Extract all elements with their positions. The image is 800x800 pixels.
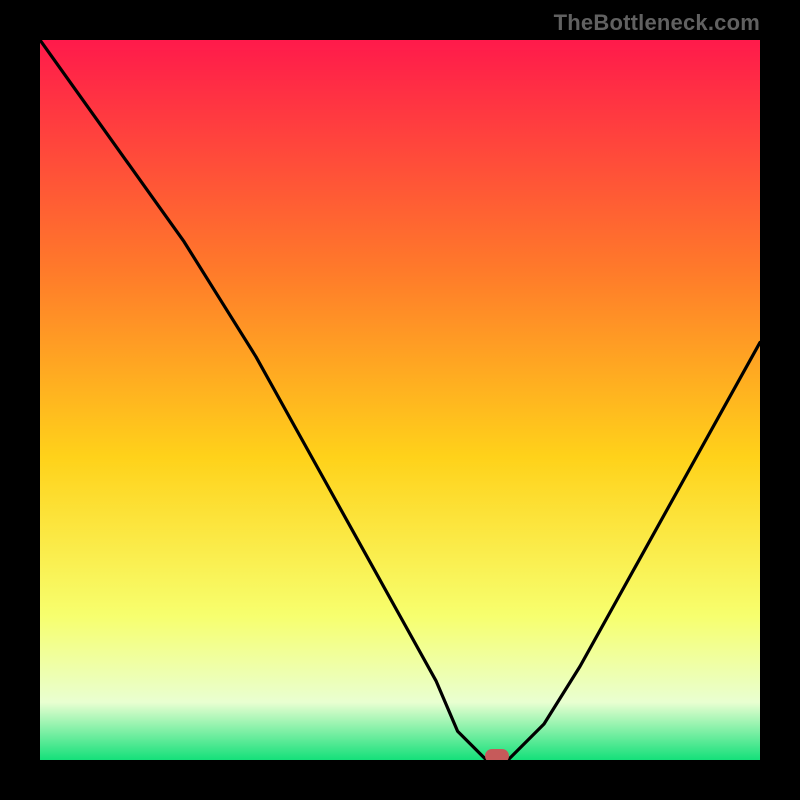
chart-frame: TheBottleneck.com — [0, 0, 800, 800]
plot-area — [40, 40, 760, 760]
bottleneck-curve — [40, 40, 760, 760]
minimum-marker-icon — [485, 749, 509, 760]
watermark-text: TheBottleneck.com — [554, 10, 760, 36]
